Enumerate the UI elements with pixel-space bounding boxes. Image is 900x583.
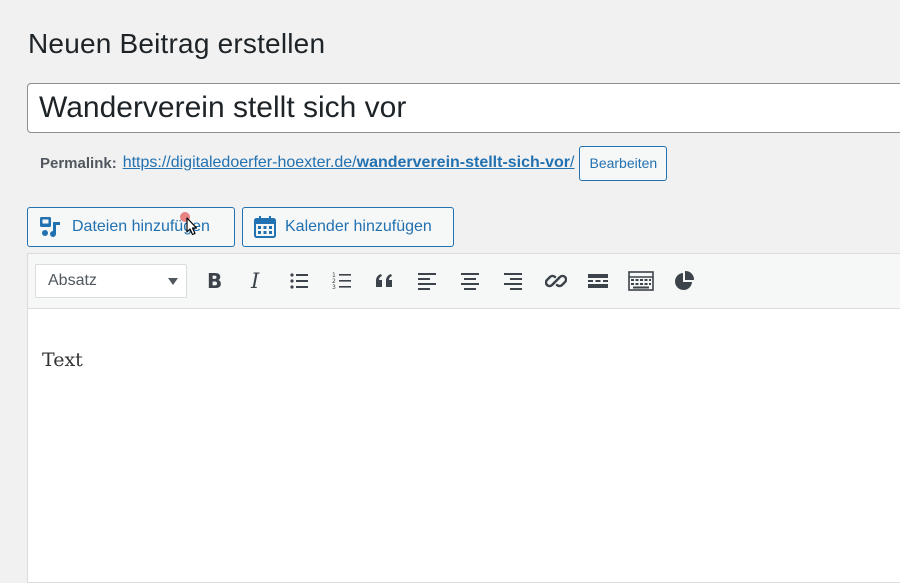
add-media-label: Dateien hinzufügen	[72, 218, 210, 235]
permalink-label: Permalink:	[40, 154, 117, 172]
editor-content[interactable]: Text	[28, 309, 900, 411]
add-calendar-button[interactable]: Kalender hinzufügen	[242, 207, 454, 247]
align-left-button[interactable]	[410, 264, 444, 298]
link-button[interactable]	[539, 264, 573, 298]
blockquote-icon	[375, 274, 392, 287]
bold-icon: B	[207, 271, 222, 291]
toolbar-toggle-button[interactable]	[624, 264, 658, 298]
calendar-icon	[254, 216, 276, 238]
permalink-url-base: https://digitaledoerfer-hoexter.de/	[122, 154, 357, 171]
chart-button[interactable]	[667, 264, 701, 298]
bold-button[interactable]: B	[197, 264, 231, 298]
align-center-icon	[461, 273, 480, 290]
numbered-list-button[interactable]: 1 2 3	[325, 264, 359, 298]
align-right-button[interactable]	[496, 264, 530, 298]
italic-icon: I	[250, 271, 260, 291]
svg-text:B: B	[207, 271, 222, 291]
toolbar-toggle-icon	[628, 271, 654, 291]
permalink-link[interactable]: https://digitaledoerfer-hoexter.de/wande…	[123, 154, 575, 172]
numbered-list-icon: 1 2 3	[332, 272, 352, 291]
blockquote-button[interactable]	[368, 264, 402, 298]
permalink-trailing: /	[570, 154, 575, 171]
permalink-edit-button[interactable]: Bearbeiten	[579, 145, 668, 181]
format-select[interactable]: Absatz	[35, 264, 187, 298]
svg-text:I: I	[250, 271, 260, 291]
page-title: Neuen Beitrag erstellen	[28, 28, 326, 59]
format-select-value: Absatz	[48, 272, 97, 289]
media-icon	[39, 216, 63, 238]
read-more-button[interactable]	[581, 264, 615, 298]
permalink-slug: wanderverein-stellt-sich-vor	[356, 154, 571, 171]
content-paragraph: Text	[42, 349, 83, 371]
align-right-icon	[503, 273, 522, 290]
post-title-input[interactable]	[27, 83, 900, 133]
add-media-button[interactable]: Dateien hinzufügen	[27, 207, 235, 247]
editor: Absatz B I 1 2 3 Text	[27, 253, 900, 583]
italic-button[interactable]: I	[240, 264, 274, 298]
read-more-icon	[588, 274, 609, 288]
svg-text:3: 3	[332, 284, 336, 291]
align-left-icon	[418, 273, 437, 290]
permalink-row: Permalink: https://digitaledoerfer-hoext…	[40, 145, 668, 181]
add-calendar-label: Kalender hinzufügen	[285, 218, 432, 235]
chart-icon	[674, 270, 694, 290]
editor-toolbar: Absatz B I 1 2 3	[28, 254, 900, 309]
link-icon	[544, 274, 567, 288]
bullet-list-icon	[290, 273, 309, 289]
chevron-down-icon	[168, 277, 178, 285]
media-buttons: Dateien hinzufügen Kalender hinzufügen	[27, 207, 454, 247]
align-center-button[interactable]	[453, 264, 487, 298]
bullet-list-button[interactable]	[282, 264, 316, 298]
